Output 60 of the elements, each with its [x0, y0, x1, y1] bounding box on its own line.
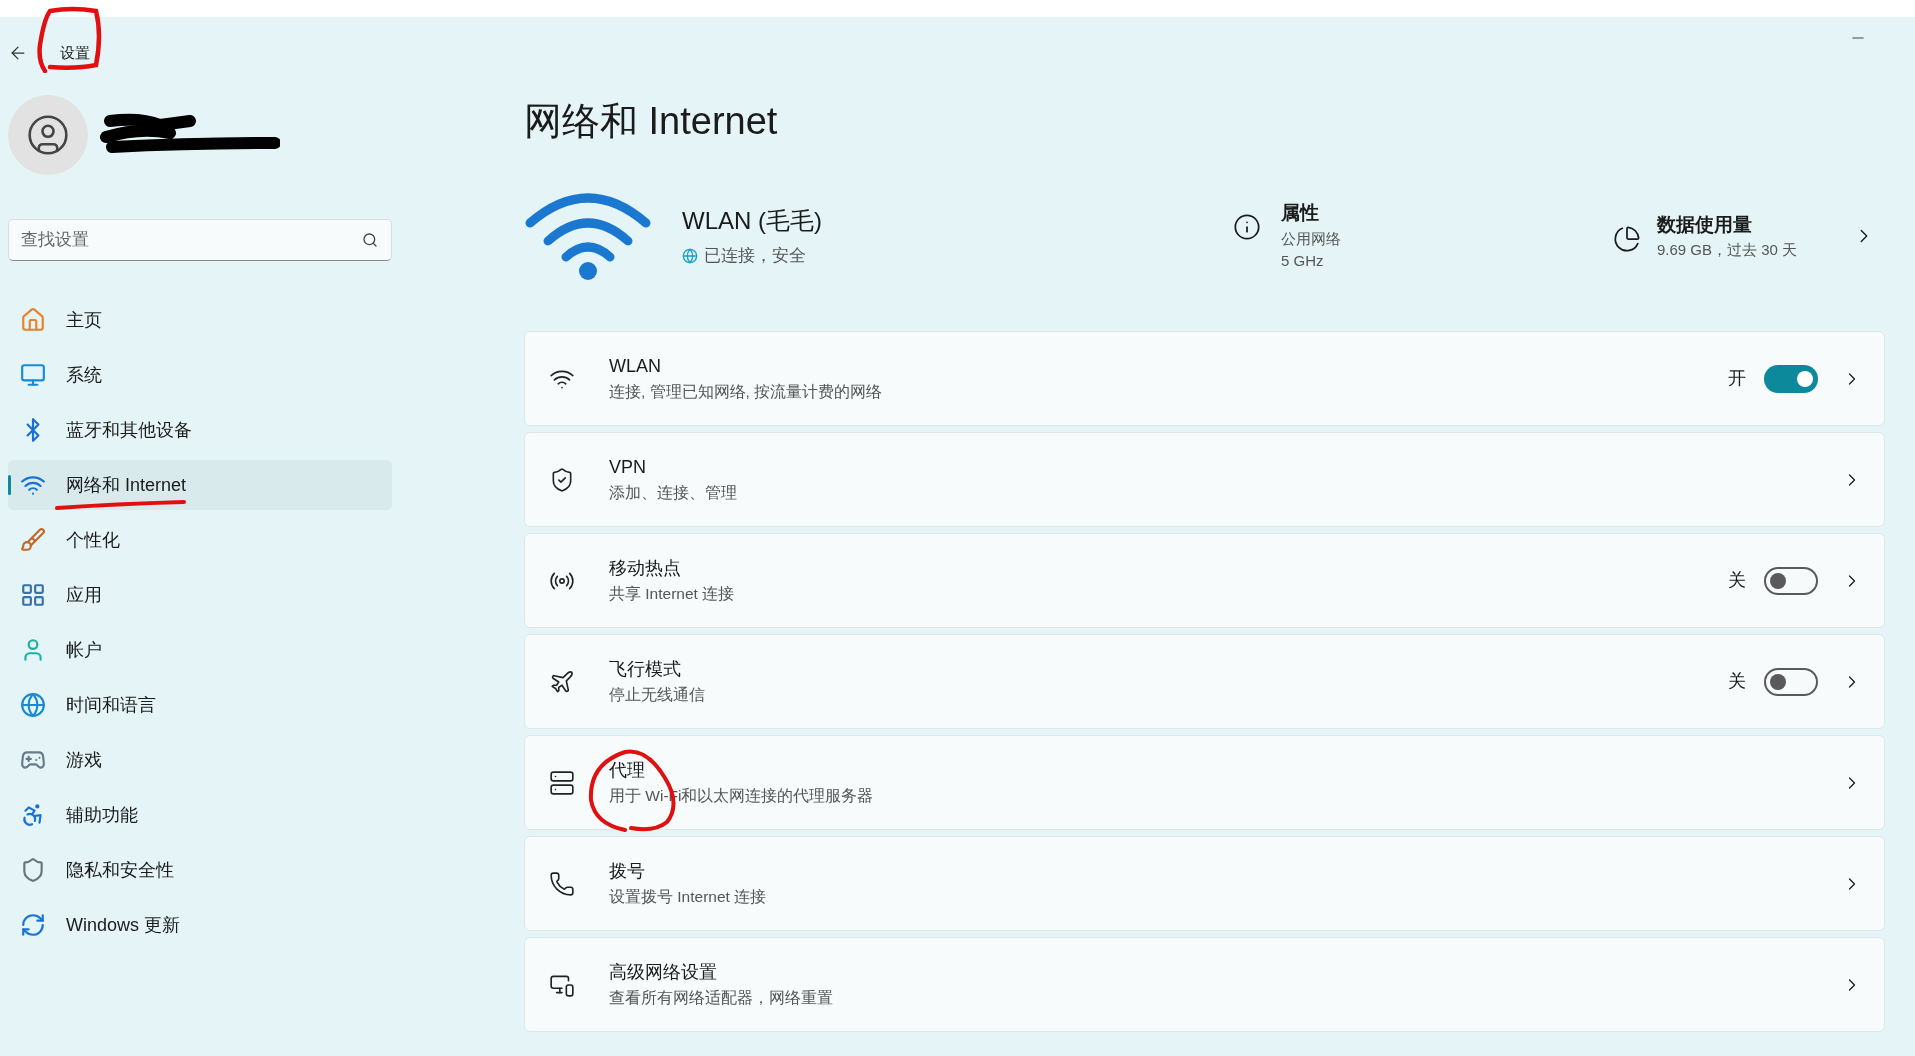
setting-title: 拨号: [609, 860, 646, 884]
setting-title: 代理: [609, 759, 646, 783]
globe-icon: [682, 248, 698, 264]
sidebar-item[interactable]: 网络和 Internet: [8, 460, 392, 510]
search-field[interactable]: 查找设置: [8, 219, 392, 261]
home-icon: [20, 307, 46, 333]
network-name: WLAN (毛毛): [682, 206, 822, 237]
toggle-state-label: 开: [1728, 367, 1746, 390]
properties-link[interactable]: 属性 公用网络 5 GHz: [1233, 199, 1613, 273]
setting-description: 查看所有网络适配器，网络重置: [609, 988, 833, 1009]
sidebar-item[interactable]: 时间和语言: [8, 680, 392, 730]
sidebar-item[interactable]: 辅助功能: [8, 790, 392, 840]
info-icon: [1233, 213, 1261, 242]
refresh-icon: [20, 912, 46, 938]
sidebar-item[interactable]: 主页: [8, 295, 392, 345]
settings-card[interactable]: 移动热点 共享 Internet 连接 关: [524, 533, 1885, 628]
toggle-switch[interactable]: [1764, 364, 1818, 393]
grid-icon: [20, 582, 46, 608]
setting-description: 连接, 管理已知网络, 按流量计费的网络: [609, 382, 883, 403]
settings-card[interactable]: 拨号 设置拨号 Internet 连接: [524, 836, 1885, 931]
sidebar-item[interactable]: 应用: [8, 570, 392, 620]
setting-title: 移动热点: [609, 557, 682, 581]
sidebar-item[interactable]: 隐私和安全性: [8, 845, 392, 895]
toggle-switch[interactable]: [1764, 566, 1818, 595]
phone-icon: [549, 870, 575, 897]
setting-description: 设置拨号 Internet 连接: [609, 887, 767, 908]
setting-title: 高级网络设置: [609, 961, 718, 985]
search-icon: [362, 232, 378, 248]
setting-description: 共享 Internet 连接: [609, 584, 735, 605]
shield-icon: [20, 857, 46, 883]
sidebar-item[interactable]: 蓝牙和其他设备: [8, 405, 392, 455]
sidebar-item[interactable]: 帐户: [8, 625, 392, 675]
window-title: 设置: [60, 42, 90, 63]
server-icon: [549, 769, 575, 796]
toggle-switch[interactable]: [1764, 667, 1818, 696]
sidebar-item[interactable]: Windows 更新: [8, 900, 392, 950]
airplane-icon: [549, 668, 575, 695]
monitor-icon: [20, 362, 46, 388]
toggle-state-label: 关: [1728, 569, 1746, 592]
settings-card[interactable]: WLAN 连接, 管理已知网络, 按流量计费的网络 开: [524, 331, 1885, 426]
globe-icon: [20, 692, 46, 718]
data-usage-link[interactable]: 数据使用量 9.69 GB，过去 30 天: [1613, 210, 1853, 262]
wifi-icon: [524, 191, 652, 281]
sidebar-item[interactable]: 个性化: [8, 515, 392, 565]
setting-description: 停止无线通信: [609, 685, 705, 706]
person-icon: [26, 113, 70, 157]
toggle-state-label: 关: [1728, 670, 1746, 693]
brush-icon: [20, 527, 46, 553]
pie-chart-icon: [1613, 224, 1641, 253]
setting-title: 飞行模式: [609, 658, 682, 682]
setting-title: VPN: [609, 456, 647, 480]
setting-description: 添加、连接、管理: [609, 483, 737, 504]
settings-card[interactable]: 飞行模式 停止无线通信 关: [524, 634, 1885, 729]
sidebar-item[interactable]: 系统: [8, 350, 392, 400]
connection-status: 已连接，安全: [704, 245, 806, 268]
setting-title: WLAN: [609, 355, 662, 379]
settings-card[interactable]: VPN 添加、连接、管理: [524, 432, 1885, 527]
page-title: 网络和 Internet: [524, 99, 779, 144]
settings-card[interactable]: 高级网络设置 查看所有网络适配器，网络重置: [524, 937, 1885, 1032]
sidebar-item[interactable]: 游戏: [8, 735, 392, 785]
